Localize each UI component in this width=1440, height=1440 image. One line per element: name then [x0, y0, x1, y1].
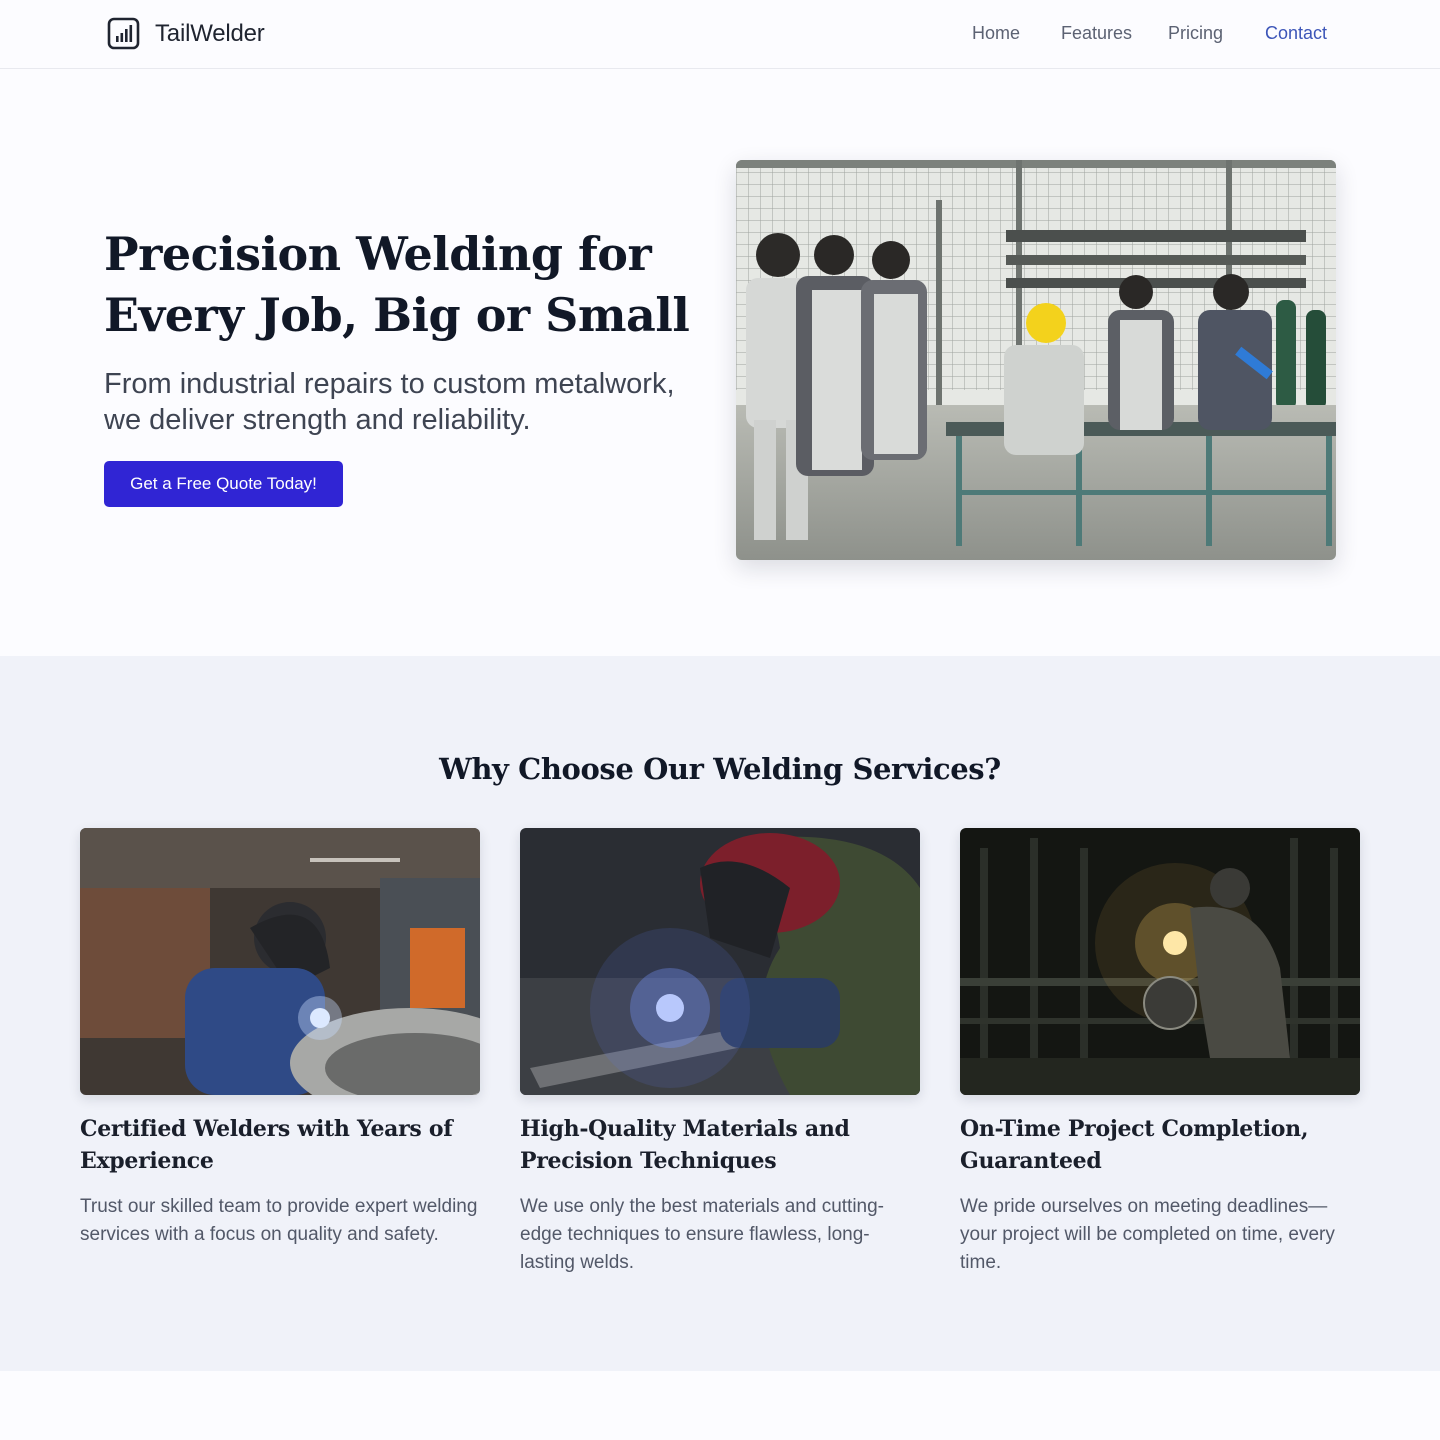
feature-card-certified-welders: Certified Welders with Years of Experien… [80, 828, 480, 1249]
hero-subtitle: From industrial repairs to custom metalw… [104, 366, 724, 438]
brand-name: TailWelder [155, 19, 265, 47]
welder-with-mask-photo [80, 828, 480, 1095]
free-quote-button[interactable]: Get a Free Quote Today! [104, 461, 343, 507]
feature-card-text: We pride ourselves on meeting deadlines—… [960, 1196, 1335, 1273]
bar-chart-icon [107, 17, 140, 50]
feature-card-on-time-completion: On-Time Project Completion, Guaranteed W… [960, 828, 1360, 1277]
nav-item-contact[interactable]: Contact [1265, 23, 1327, 44]
hero-subtitle-line-2: we deliver strength and reliability. [104, 404, 531, 436]
page-bottom-strip [0, 1371, 1440, 1440]
hero-title-line-1: Precision Welding for [104, 227, 652, 281]
nav-item-home[interactable]: Home [972, 23, 1020, 44]
hero-welding-workshop-photo [736, 160, 1336, 560]
feature-card-title: High-Quality Materials and Precision Tec… [520, 1116, 850, 1174]
hero-title-line-2: Every Job, Big or Small [104, 288, 690, 342]
nav-item-pricing[interactable]: Pricing [1168, 23, 1223, 44]
top-navigation-bar: TailWelder Home Features Pricing Contact [0, 0, 1440, 69]
welder-sparks-photo [520, 828, 920, 1095]
feature-card-title: On-Time Project Completion, Guaranteed [960, 1116, 1309, 1174]
features-section: Why Choose Our Welding Services? Certifi… [0, 656, 1440, 1371]
feature-card-quality-materials: High-Quality Materials and Precision Tec… [520, 828, 920, 1277]
feature-card-text: Trust our skilled team to provide expert… [80, 1196, 478, 1245]
hero-subtitle-line-1: From industrial repairs to custom metalw… [104, 368, 675, 400]
welder-dark-workshop-photo [960, 828, 1360, 1095]
nav-item-features[interactable]: Features [1061, 23, 1132, 44]
feature-card-title: Certified Welders with Years of Experien… [80, 1116, 453, 1174]
features-title: Why Choose Our Welding Services? [439, 752, 1001, 786]
brand-logo-link[interactable]: TailWelder [107, 17, 265, 50]
hero-title: Precision Welding for Every Job, Big or … [104, 224, 704, 346]
feature-card-text: We use only the best materials and cutti… [520, 1196, 885, 1273]
hero-section: Precision Welding for Every Job, Big or … [0, 69, 1440, 656]
